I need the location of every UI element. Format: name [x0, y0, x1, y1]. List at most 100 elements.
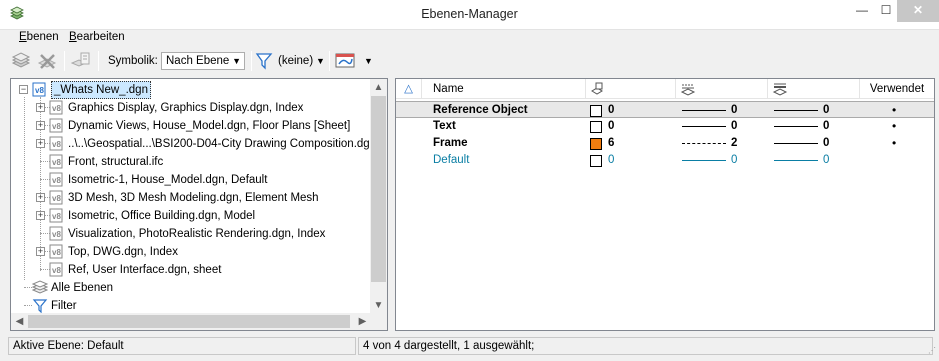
svg-text:v8: v8 [52, 140, 61, 149]
symbolik-label: Symbolik: [108, 55, 158, 67]
v8-reference-icon: v8 [49, 136, 63, 151]
column-used[interactable]: Verwendet [860, 79, 934, 99]
window-title: Ebenen-Manager [421, 7, 518, 21]
menu-bearbeiten[interactable]: Bearbeiten [69, 31, 125, 43]
color-column-icon [591, 82, 603, 95]
tree-item[interactable]: + v8 Top, DWG.dgn, Index [33, 243, 363, 261]
svg-text:v8: v8 [35, 86, 44, 95]
tree-item[interactable]: + v8 Graphics Display, Graphics Display.dg… [33, 99, 363, 117]
tree-connector [24, 305, 32, 306]
svg-text:v8: v8 [52, 122, 61, 131]
scroll-down-icon[interactable]: ▼ [370, 297, 387, 314]
delete-layer-icon[interactable] [36, 51, 58, 71]
sort-indicator-icon[interactable]: △ [396, 79, 422, 99]
filter-value[interactable]: (keine) [278, 55, 313, 67]
layer-line-weight-value: 0 [823, 154, 830, 166]
color-swatch[interactable] [590, 138, 602, 150]
tree-all-layers[interactable]: Alle Ebenen [15, 279, 215, 297]
symbolik-dropdown[interactable]: Nach Ebene ▼ [161, 52, 245, 70]
menu-ebenen[interactable]: Ebenen [19, 31, 59, 43]
tree-root[interactable]: − v8 _Whats New_.dgn [15, 81, 355, 99]
tree-item[interactable]: + v8 3D Mesh, 3D Mesh Modeling.dgn, Elemen… [33, 189, 363, 207]
line-style-sample [682, 160, 726, 161]
tree-item-label: ..\..\Geospatial...\BSI200-D04-City Draw… [68, 138, 371, 150]
line-style-sample [682, 126, 726, 127]
color-swatch[interactable] [590, 155, 602, 167]
v8-file-icon: v8 [32, 82, 46, 97]
tree-item-label: Ref, User Interface.dgn, sheet [68, 264, 222, 276]
tree-item[interactable]: + v8 Dynamic Views, House_Model.dgn, Floor… [33, 117, 363, 135]
close-button[interactable]: ✕ [897, 0, 939, 22]
tree-connector [24, 97, 25, 280]
layer-name: Frame [433, 137, 468, 149]
layer-row[interactable]: Text 0 0 0 • [396, 118, 934, 135]
expand-toggle[interactable]: + [36, 103, 45, 112]
scroll-left-icon[interactable]: ◀ [11, 313, 28, 330]
expand-toggle[interactable]: + [36, 121, 45, 130]
tree-item-label: Isometric-1, House_Model.dgn, Default [68, 174, 268, 186]
display-style-icon[interactable] [334, 51, 356, 71]
tree-item[interactable]: + v8 ..\..\Geospatial...\BSI200-D04-City D… [33, 135, 371, 153]
tree-item[interactable]: v8 Front, structural.ifc [33, 153, 363, 171]
layer-row[interactable]: Reference Object 0 0 0 • [396, 101, 934, 118]
v8-reference-icon: v8 [49, 100, 63, 115]
scroll-thumb[interactable] [28, 315, 350, 328]
tree-item[interactable]: v8 Ref, User Interface.dgn, sheet [33, 261, 363, 279]
toolbar-separator [329, 51, 330, 71]
column-line-weight[interactable] [768, 79, 860, 99]
layer-properties-icon[interactable] [70, 51, 92, 71]
toolbar: Symbolik: Nach Ebene ▼ (keine) ▼ ▼ [0, 46, 939, 76]
layers-icon [32, 280, 48, 294]
toolbar-separator [64, 51, 65, 71]
v8-reference-icon: v8 [49, 226, 63, 241]
expand-toggle[interactable]: + [36, 211, 45, 220]
layer-line-style-value: 0 [731, 154, 738, 166]
tree-connector [24, 287, 32, 288]
expand-toggle[interactable]: + [36, 139, 45, 148]
tree-item-label: Isometric, Office Building.dgn, Model [68, 210, 256, 222]
svg-text:v8: v8 [52, 194, 61, 203]
v8-reference-icon: v8 [49, 118, 63, 133]
new-layer-icon[interactable] [10, 51, 32, 71]
scroll-right-icon[interactable]: ▶ [354, 313, 371, 330]
column-color[interactable] [586, 79, 676, 99]
tree-vertical-scrollbar[interactable]: ▲ ▼ [370, 79, 387, 314]
line-weight-sample [774, 126, 818, 127]
tree-item[interactable]: v8 Isometric-1, House_Model.dgn, Default [33, 171, 363, 189]
collapse-toggle[interactable]: − [19, 85, 28, 94]
filter-chevron-down-icon[interactable]: ▼ [316, 56, 325, 66]
layer-row[interactable]: Frame 6 2 0 • [396, 135, 934, 152]
maximize-button[interactable]: ☐ [872, 0, 900, 22]
column-line-style[interactable] [676, 79, 768, 99]
scroll-thumb[interactable] [371, 96, 386, 282]
toolbar-separator [98, 51, 99, 71]
expand-toggle[interactable]: + [36, 247, 45, 256]
layer-line-style-value: 0 [731, 120, 738, 132]
svg-text:v8: v8 [52, 104, 61, 113]
layer-line-style-value: 0 [731, 104, 738, 116]
scroll-up-icon[interactable]: ▲ [370, 79, 387, 96]
v8-reference-icon: v8 [49, 190, 63, 205]
layer-row[interactable]: Default 0 0 0 [396, 152, 934, 169]
color-swatch[interactable] [590, 121, 602, 133]
color-swatch[interactable] [590, 105, 602, 117]
resize-grip-icon[interactable]: ⋰ [928, 346, 936, 355]
filter-icon [32, 299, 48, 313]
column-name[interactable]: Name [422, 79, 586, 99]
scroll-corner [370, 313, 387, 330]
tree-horizontal-scrollbar[interactable]: ◀ ▶ [11, 313, 371, 330]
display-style-chevron-down-icon[interactable]: ▼ [364, 56, 373, 66]
tree-item-label: Visualization, PhotoRealistic Rendering.… [68, 228, 326, 240]
tree-item[interactable]: v8 Visualization, PhotoRealistic Renderin… [33, 225, 363, 243]
svg-text:v8: v8 [52, 212, 61, 221]
tree-item-label: 3D Mesh, 3D Mesh Modeling.dgn, Element M… [68, 192, 319, 204]
active-layer-status: Aktive Ebene: Default [8, 337, 356, 355]
expand-toggle[interactable]: + [36, 193, 45, 202]
layer-color-value: 0 [608, 120, 615, 132]
v8-reference-icon: v8 [49, 262, 63, 277]
filter-icon[interactable] [254, 51, 274, 71]
v8-reference-icon: v8 [49, 172, 63, 187]
tree-filter[interactable]: Filter [15, 297, 215, 314]
tree-item[interactable]: + v8 Isometric, Office Building.dgn, Model [33, 207, 363, 225]
layer-tree-panel: − v8 _Whats New_.dgn + v8 Graphics Display… [10, 78, 388, 331]
